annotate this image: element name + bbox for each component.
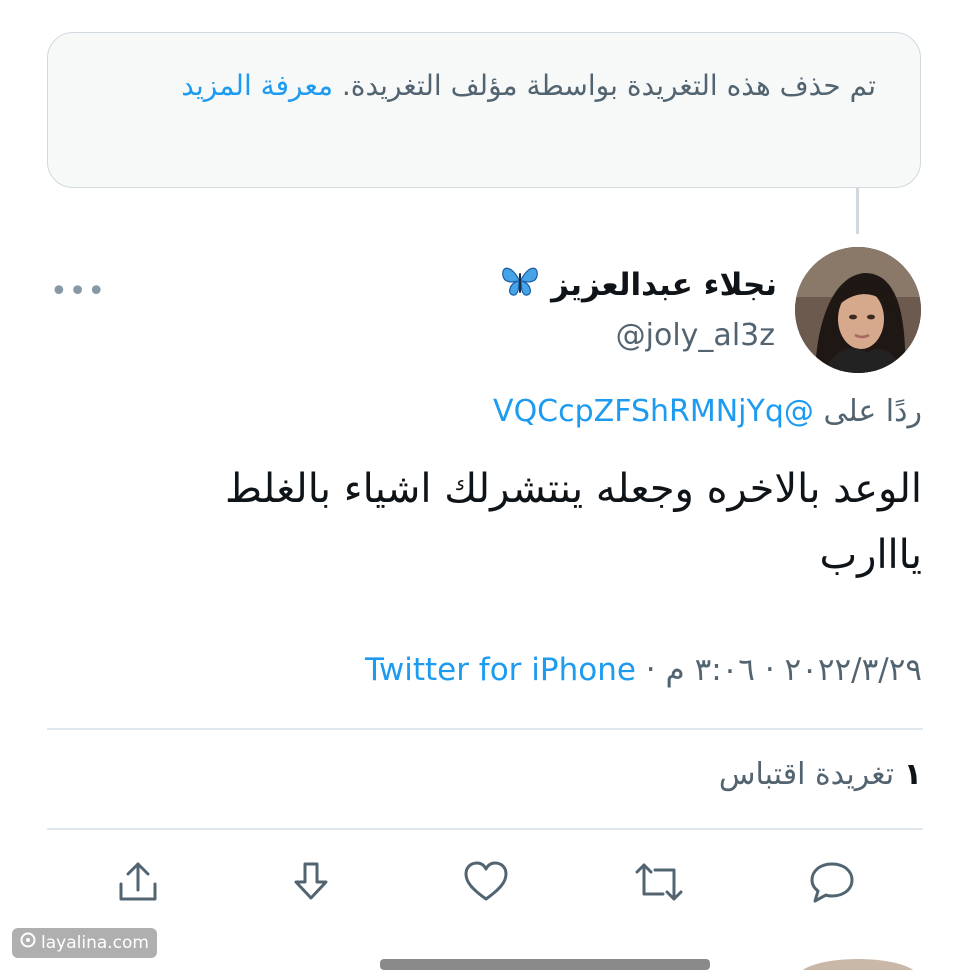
quote-label: تغريدة اقتباس <box>718 757 895 792</box>
tweet-text: الوعد بالاخره وجعله ينتشرلك اشياء بالغلط… <box>225 466 922 578</box>
more-options-icon[interactable]: ••• <box>50 274 106 309</box>
watermark-text: layalina.com <box>41 933 149 953</box>
reply-mention-link[interactable]: @VQCcpZFShRMNjYq <box>493 394 814 429</box>
meta-separator: · <box>764 652 775 688</box>
watermark-badge: layalina.com <box>12 928 157 958</box>
heart-icon[interactable] <box>460 856 512 908</box>
learn-more-link[interactable]: معرفة المزيد <box>181 69 333 102</box>
quote-tweets-stat[interactable]: ١ تغريدة اقتباس <box>719 757 922 792</box>
reply-icon[interactable] <box>806 856 858 908</box>
deleted-tweet-notice: تم حذف هذه التغريدة بواسطة مؤلف التغريدة… <box>47 32 921 188</box>
tweet-date: ٢٠٢٢/٣/٢٩ <box>784 652 922 688</box>
divider <box>47 728 923 730</box>
author-name: نجلاء عبدالعزيز <box>551 267 777 303</box>
avatar[interactable] <box>795 247 921 373</box>
next-tweet-peek <box>0 955 970 970</box>
quote-count: ١ <box>903 757 922 792</box>
tweet-meta: ٢٠٢٢/٣/٢٩ · ٣:٠٦ م · Twitter for iPhone <box>365 652 922 688</box>
tweet-time: ٣:٠٦ م <box>665 652 755 688</box>
author-handle[interactable]: @joly_al3z <box>616 318 775 353</box>
share-icon[interactable] <box>112 856 164 908</box>
download-icon[interactable] <box>285 856 337 908</box>
deleted-notice-text: تم حذف هذه التغريدة بواسطة مؤلف التغريدة… <box>341 69 876 102</box>
author-name-row[interactable]: نجلاء عبدالعزيز <box>501 264 777 306</box>
tweet-source-link[interactable]: Twitter for iPhone <box>365 652 636 688</box>
watermark-logo-icon <box>20 928 36 958</box>
divider <box>47 828 923 830</box>
meta-separator: · <box>645 652 656 688</box>
retweet-icon[interactable] <box>633 856 685 908</box>
thread-connector-line <box>856 188 859 234</box>
butterfly-icon <box>501 264 539 306</box>
replying-to-prefix: ردًا على <box>823 394 922 429</box>
replying-to-line: ردًا على @VQCcpZFShRMNjYq <box>493 394 922 429</box>
